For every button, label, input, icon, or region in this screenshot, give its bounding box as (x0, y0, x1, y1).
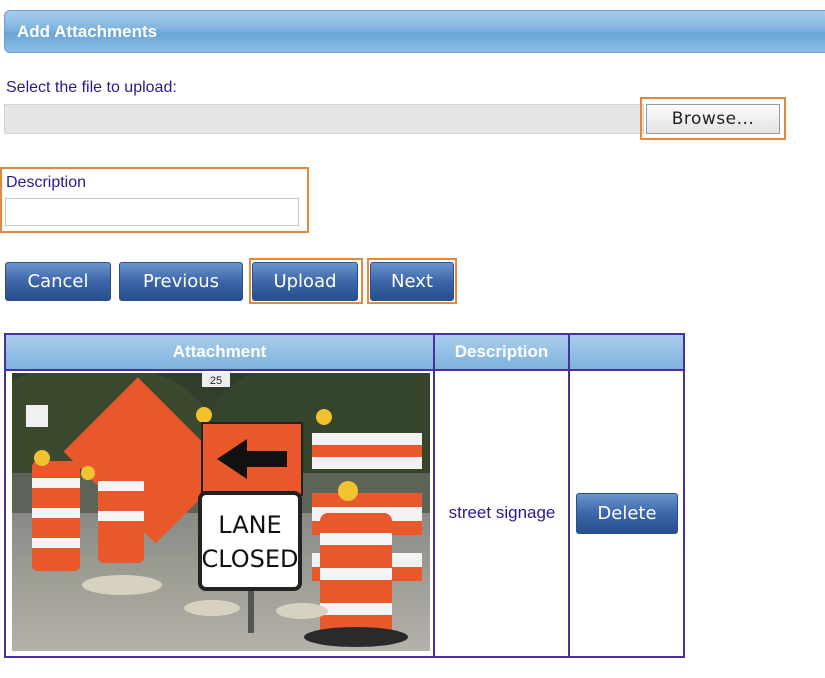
previous-button[interactable]: Previous (119, 262, 243, 301)
panel-title: Add Attachments (17, 22, 158, 41)
attachment-description: street signage (448, 503, 556, 522)
cancel-button[interactable]: Cancel (5, 262, 111, 301)
file-path-field[interactable] (4, 104, 644, 134)
column-divider (568, 335, 570, 656)
attachments-grid: Attachment Description 25 LANE CLOSED st… (4, 333, 685, 658)
upload-button[interactable]: Upload (252, 262, 358, 301)
traffic-drum (32, 461, 80, 571)
header-divider (6, 369, 683, 371)
column-header-attachment: Attachment (6, 335, 433, 369)
traffic-drum (98, 463, 144, 563)
panel-header: Add Attachments (4, 10, 825, 53)
description-label: Description (6, 174, 87, 191)
column-header-description: Description (435, 335, 568, 369)
browse-button[interactable]: Browse... (646, 104, 780, 134)
delete-button[interactable]: Delete (576, 493, 678, 534)
sign-text-line2: CLOSED (201, 545, 298, 573)
attachment-thumbnail: 25 LANE CLOSED (12, 373, 430, 651)
sign-text-line1: LANE (218, 511, 281, 539)
arrow-sign (201, 422, 303, 496)
description-input[interactable] (5, 198, 299, 226)
column-divider (433, 335, 435, 656)
column-header-actions (570, 335, 683, 369)
route-sign-text: 25 (210, 375, 222, 387)
next-button[interactable]: Next (370, 262, 454, 301)
file-select-label: Select the file to upload: (6, 79, 177, 96)
lane-closed-sign: LANE CLOSED (198, 491, 302, 591)
